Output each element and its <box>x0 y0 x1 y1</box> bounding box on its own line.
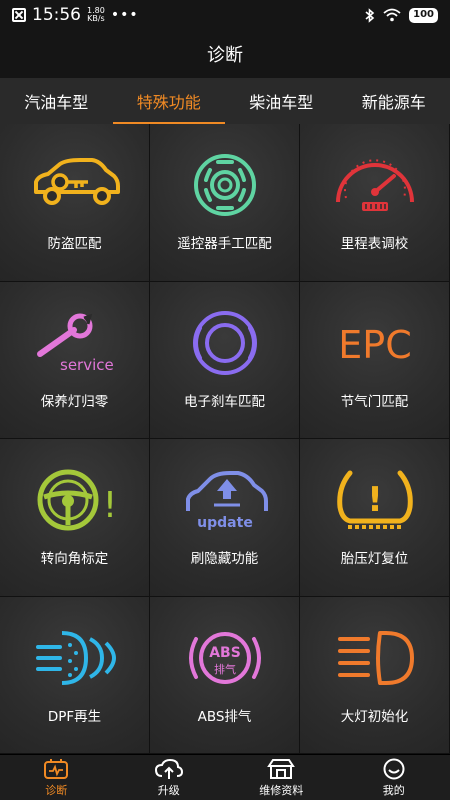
hidden-function-update-icon: update <box>185 471 268 531</box>
icon-text-service: service <box>60 356 114 374</box>
remote-key-icon <box>193 154 256 216</box>
electronic-brake-icon <box>192 310 257 375</box>
function-electronic-brake[interactable]: 电子刹车匹配 <box>150 281 300 439</box>
bluetooth-icon <box>365 7 375 23</box>
odometer-icon <box>335 159 414 211</box>
function-label: 防盗匹配 <box>47 236 102 252</box>
battery-indicator: 100 <box>409 7 438 23</box>
dpf-regeneration-icon <box>35 630 116 685</box>
nav-upgrade[interactable]: 升级 <box>113 755 226 800</box>
tab-new-energy[interactable]: 新能源车 <box>338 78 450 124</box>
repair-data-icon <box>267 758 296 779</box>
icon-text-abs: ABS <box>209 645 241 661</box>
profile-smile-icon <box>383 758 405 779</box>
nav-profile[interactable]: 我的 <box>338 755 450 800</box>
diagnose-icon <box>44 758 69 779</box>
icon-text-update: update <box>197 515 253 531</box>
icon-text-bleed: 排气 <box>214 662 236 676</box>
function-dpf[interactable]: DPF再生 <box>0 596 150 754</box>
network-speed-unit: KB/s <box>87 14 105 23</box>
tab-special-functions[interactable]: 特殊功能 <box>112 78 226 124</box>
status-time: 15:56 <box>32 5 81 25</box>
function-label: 节气门匹配 <box>340 393 409 410</box>
function-label: ABS排气 <box>197 708 252 725</box>
epc-throttle-icon: EPC <box>338 323 411 367</box>
icon-text-warning: ! <box>102 485 116 526</box>
nav-label: 我的 <box>382 783 405 797</box>
function-label: DPF再生 <box>47 708 102 725</box>
function-label: 胎压灯复位 <box>340 551 409 567</box>
function-label: 保养灯归零 <box>40 393 109 410</box>
notification-icon <box>12 8 26 22</box>
function-hidden-features[interactable]: update 刷隐藏功能 <box>150 439 300 597</box>
service-wrench-icon: service <box>36 313 114 374</box>
icon-text-warning: ! <box>367 480 383 520</box>
function-tire-pressure[interactable]: ! 胎压灯复位 <box>300 439 450 597</box>
steering-angle-icon: ! <box>37 469 117 531</box>
function-label: 里程表调校 <box>340 236 409 252</box>
special-function-grid: 防盗匹配 遥控器手工匹配 里程表调校 service 保养灯归零 电子刹车匹配 … <box>0 124 450 754</box>
category-tabs: 汽油车型 特殊功能 柴油车型 新能源车 <box>0 78 450 124</box>
status-bar: 15:56 1.80 KB/s ••• 100 <box>0 0 450 30</box>
more-notifications-icon: ••• <box>110 7 139 23</box>
immobilizer-key-icon <box>33 158 120 205</box>
nav-repair-data[interactable]: 维修资料 <box>225 755 338 800</box>
function-label: 遥控器手工匹配 <box>177 236 272 252</box>
bottom-navigation: 诊断 升级 维修资料 我的 <box>0 754 450 800</box>
page-title: 诊断 <box>207 45 243 66</box>
icon-text-epc: EPC <box>338 323 411 367</box>
function-label: 大灯初始化 <box>340 708 409 725</box>
cloud-upgrade-icon <box>154 758 183 779</box>
function-label: 转向角标定 <box>40 551 109 567</box>
function-label: 刷隐藏功能 <box>190 551 259 567</box>
function-remote-key[interactable]: 遥控器手工匹配 <box>150 124 300 282</box>
function-steering-angle[interactable]: ! 转向角标定 <box>0 439 150 597</box>
title-bar: 诊断 <box>0 30 450 78</box>
nav-diagnose[interactable]: 诊断 <box>0 755 113 800</box>
nav-label: 升级 <box>157 783 180 797</box>
function-odometer[interactable]: 里程表调校 <box>300 124 450 282</box>
function-label: 电子刹车匹配 <box>184 393 265 410</box>
tire-pressure-icon: ! <box>336 470 413 529</box>
wifi-icon <box>383 8 401 22</box>
headlight-icon <box>337 630 414 685</box>
function-headlight[interactable]: 大灯初始化 <box>300 596 450 754</box>
function-service-reset[interactable]: service 保养灯归零 <box>0 281 150 439</box>
function-immobilizer[interactable]: 防盗匹配 <box>0 124 150 282</box>
network-speed: 1.80 KB/s <box>87 7 105 23</box>
function-throttle[interactable]: EPC 节气门匹配 <box>300 281 450 439</box>
tab-gasoline[interactable]: 汽油车型 <box>0 78 113 124</box>
nav-label: 诊断 <box>45 783 68 797</box>
nav-label: 维修资料 <box>259 783 304 797</box>
tab-diesel[interactable]: 柴油车型 <box>225 78 338 124</box>
abs-bleed-icon: ABS 排气 <box>188 631 261 684</box>
function-abs-bleed[interactable]: ABS 排气 ABS排气 <box>150 596 300 754</box>
